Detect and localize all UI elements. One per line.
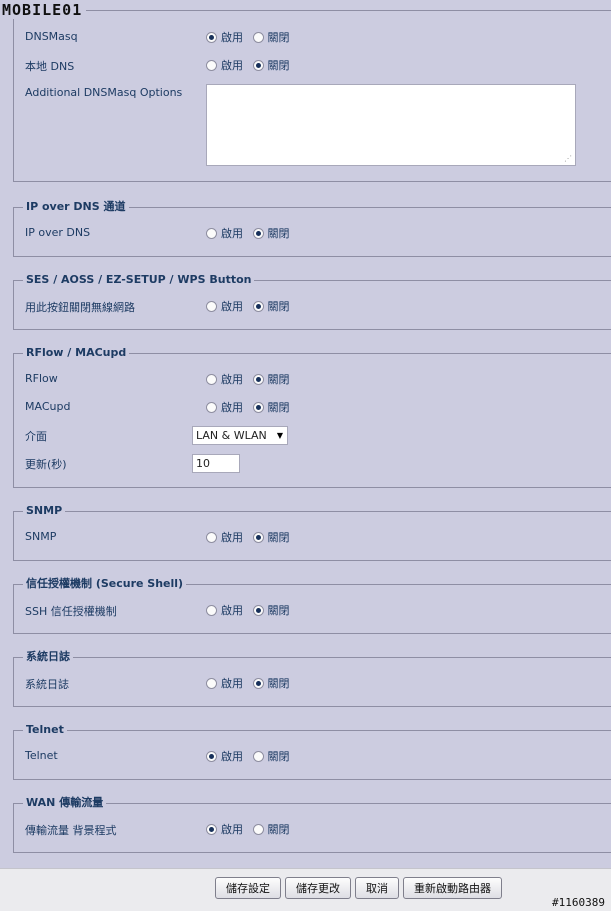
dnsmasq-disable-label: 關閉	[267, 31, 290, 44]
interface-select-value: LAN & WLAN	[196, 429, 267, 442]
wps-button-enable-label: 啟用	[221, 300, 243, 313]
snmp-disable-radio[interactable]	[252, 531, 264, 543]
wps-button-enable-radio[interactable]	[206, 300, 217, 312]
local-dns-enable-label: 啟用	[221, 59, 243, 72]
dnsmasq-options-textarea[interactable]: ⋰	[206, 84, 576, 166]
ssh-legend: 信任授權機制 (Secure Shell)	[23, 577, 187, 591]
snmp-disable-label: 關閉	[267, 531, 290, 544]
snmp-enable-radio[interactable]	[206, 531, 217, 543]
chevron-down-icon[interactable]: ▼	[277, 427, 283, 444]
telnet-section: Telnet Telnet 啟用 關閉	[13, 723, 611, 780]
rflow-section: RFlow / MACupd RFlow 啟用 關閉 MACupd 啟用 關閉 …	[13, 346, 611, 488]
macupd-label: MACupd	[25, 400, 71, 413]
rflow-enable-label: 啟用	[221, 373, 243, 386]
ssh-label: SSH 信任授權機制	[25, 605, 117, 618]
interface-label: 介面	[25, 430, 47, 443]
action-bar: 儲存設定 儲存更改 取消 重新啟動路由器 #1160389	[0, 868, 611, 911]
local-dns-disable-radio[interactable]	[252, 59, 264, 71]
wan-traffic-enable-label: 啟用	[221, 823, 243, 836]
ssh-enable-label: 啟用	[221, 604, 243, 617]
syslog-disable-radio[interactable]	[252, 677, 264, 689]
rflow-disable-radio[interactable]	[252, 373, 264, 385]
rflow-enable-radio[interactable]	[206, 373, 217, 385]
interface-select[interactable]: LAN & WLAN ▼	[192, 426, 288, 445]
resize-grip-icon[interactable]: ⋰	[564, 154, 572, 163]
dnsmasq-enable-radio[interactable]	[206, 31, 217, 43]
snmp-label: SNMP	[25, 530, 57, 543]
telnet-enable-label: 啟用	[221, 750, 243, 763]
ip-over-dns-disable-radio[interactable]	[252, 227, 264, 239]
wps-button-disable-label: 關閉	[267, 300, 290, 313]
save-changes-button[interactable]: 儲存更改	[285, 877, 351, 899]
syslog-enable-label: 啟用	[221, 677, 243, 690]
snmp-enable-label: 啟用	[221, 531, 243, 544]
telnet-enable-radio[interactable]	[206, 750, 217, 762]
dnsmasq-section: DNSMasq 啟用 關閉 本地 DNS 啟用 關閉 Additional DN…	[13, 10, 611, 182]
update-interval-label: 更新(秒)	[25, 458, 67, 471]
ssh-disable-label: 關閉	[267, 604, 290, 617]
wps-button-disable-radio[interactable]	[252, 300, 264, 312]
wan-traffic-disable-label: 關閉	[267, 823, 290, 836]
ip-over-dns-label: IP over DNS	[25, 226, 91, 239]
wan-traffic-enable-radio[interactable]	[206, 823, 217, 835]
mobile01-logo: MOBILE01	[2, 1, 87, 19]
local-dns-label: 本地 DNS	[25, 60, 75, 73]
wan-traffic-disable-radio[interactable]	[252, 823, 264, 835]
ip-over-dns-disable-label: 關閉	[267, 227, 290, 240]
ip-over-dns-legend: IP over DNS 通道	[23, 200, 129, 214]
rflow-legend: RFlow / MACupd	[23, 346, 130, 360]
ssh-disable-radio[interactable]	[252, 604, 264, 616]
syslog-section: 系統日誌 系統日誌 啟用 關閉	[13, 650, 611, 707]
snmp-legend: SNMP	[23, 504, 66, 518]
snmp-section: SNMP SNMP 啟用 關閉	[13, 504, 611, 561]
dnsmasq-label: DNSMasq	[25, 30, 78, 43]
dnsmasq-disable-radio[interactable]	[252, 31, 264, 43]
macupd-disable-label: 關閉	[267, 401, 290, 414]
local-dns-disable-label: 關閉	[267, 59, 290, 72]
ip-over-dns-enable-label: 啟用	[221, 227, 243, 240]
telnet-disable-radio[interactable]	[252, 750, 264, 762]
dnsmasq-enable-label: 啟用	[221, 31, 243, 44]
syslog-legend: 系統日誌	[23, 650, 73, 664]
wan-traffic-section: WAN 傳輸流量 傳輸流量 背景程式 啟用 關閉	[13, 796, 611, 853]
rflow-label: RFlow	[25, 372, 58, 385]
update-interval-input[interactable]: 10	[192, 454, 240, 473]
telnet-legend: Telnet	[23, 723, 67, 737]
syslog-enable-radio[interactable]	[206, 677, 217, 689]
reboot-router-button[interactable]: 重新啟動路由器	[403, 877, 502, 899]
ssh-enable-radio[interactable]	[206, 604, 217, 616]
ip-over-dns-section: IP over DNS 通道 IP over DNS 啟用 關閉	[13, 200, 611, 257]
macupd-disable-radio[interactable]	[252, 401, 264, 413]
ssh-section: 信任授權機制 (Secure Shell) SSH 信任授權機制 啟用 關閉	[13, 577, 611, 634]
macupd-enable-radio[interactable]	[206, 401, 217, 413]
cancel-button[interactable]: 取消	[355, 877, 399, 899]
dnsmasq-options-label: Additional DNSMasq Options	[25, 86, 183, 99]
wan-traffic-legend: WAN 傳輸流量	[23, 796, 107, 810]
macupd-enable-label: 啟用	[221, 401, 243, 414]
syslog-disable-label: 關閉	[267, 677, 290, 690]
wan-traffic-label: 傳輸流量 背景程式	[25, 824, 117, 837]
wps-button-section: SES / AOSS / EZ-SETUP / WPS Button 用此按鈕關…	[13, 273, 611, 330]
watermark-id: #1160389	[552, 896, 605, 909]
telnet-disable-label: 關閉	[267, 750, 290, 763]
local-dns-enable-radio[interactable]	[206, 59, 217, 71]
save-settings-button[interactable]: 儲存設定	[215, 877, 281, 899]
syslog-label: 系統日誌	[25, 678, 69, 691]
wps-button-legend: SES / AOSS / EZ-SETUP / WPS Button	[23, 273, 255, 287]
update-interval-value: 10	[196, 457, 210, 470]
ip-over-dns-enable-radio[interactable]	[206, 227, 217, 239]
telnet-label: Telnet	[25, 749, 58, 762]
rflow-disable-label: 關閉	[267, 373, 290, 386]
wps-button-label: 用此按鈕關閉無線網路	[25, 301, 135, 314]
